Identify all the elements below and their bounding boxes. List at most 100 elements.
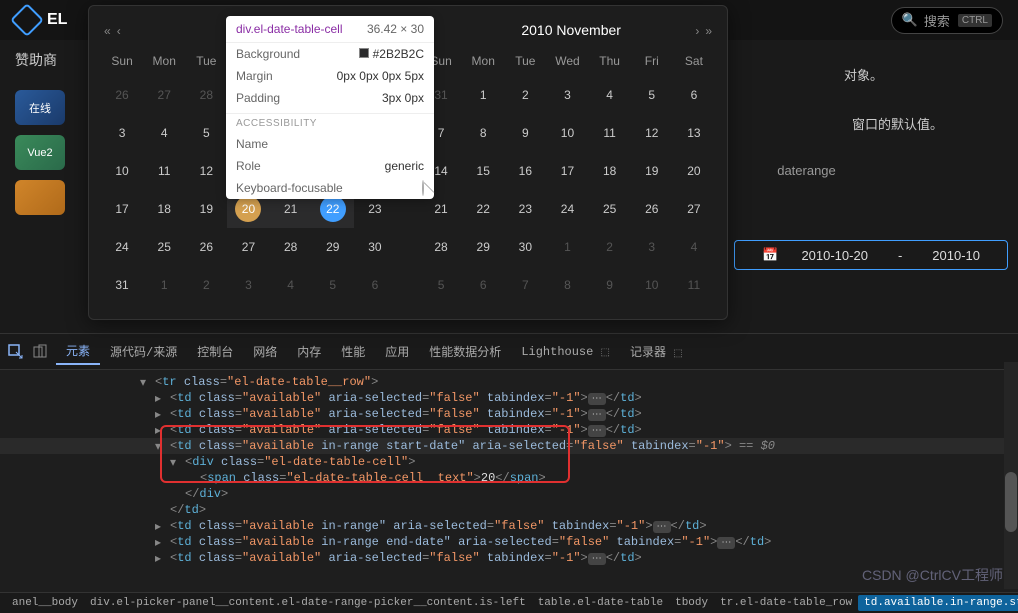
date-cell[interactable]: 4 bbox=[270, 266, 312, 304]
code-line[interactable]: </td> bbox=[0, 502, 1018, 518]
devtools-tab[interactable]: 性能 bbox=[331, 339, 375, 364]
date-cell[interactable]: 5 bbox=[631, 76, 673, 114]
devtools-tab[interactable]: 网络 bbox=[243, 339, 287, 364]
date-cell[interactable]: 11 bbox=[589, 114, 631, 152]
date-cell[interactable]: 30 bbox=[354, 228, 396, 266]
devtools-tab[interactable]: 控制台 bbox=[187, 339, 243, 364]
devtools-tab[interactable]: 记录器 ⬚ bbox=[620, 339, 693, 364]
date-cell[interactable]: 13 bbox=[673, 114, 715, 152]
code-line[interactable]: <td class="available" aria-selected="fal… bbox=[0, 390, 1018, 406]
breadcrumb-item[interactable]: div.el-picker-panel__content.el-date-ran… bbox=[84, 595, 532, 611]
next-year-icon[interactable]: » bbox=[702, 24, 715, 38]
date-cell[interactable]: 20 bbox=[673, 152, 715, 190]
date-cell[interactable]: 12 bbox=[185, 152, 227, 190]
date-cell[interactable]: 31 bbox=[101, 266, 143, 304]
date-cell[interactable]: 2 bbox=[504, 76, 546, 114]
devtools-tab[interactable]: 元素 bbox=[56, 338, 100, 365]
inspect-icon[interactable] bbox=[8, 344, 24, 360]
scrollbar[interactable] bbox=[1004, 362, 1018, 589]
date-cell[interactable]: 29 bbox=[462, 228, 504, 266]
date-cell[interactable]: 3 bbox=[546, 76, 588, 114]
next-month-icon[interactable]: › bbox=[692, 24, 702, 38]
date-cell[interactable]: 5 bbox=[185, 114, 227, 152]
date-cell[interactable]: 2 bbox=[185, 266, 227, 304]
breadcrumb-item[interactable]: anel__body bbox=[6, 595, 84, 611]
breadcrumb-item[interactable]: table.el-date-table bbox=[532, 595, 669, 611]
date-cell[interactable]: 29 bbox=[312, 228, 354, 266]
code-line[interactable]: <td class="available" aria-selected="fal… bbox=[0, 422, 1018, 438]
date-cell[interactable]: 4 bbox=[673, 228, 715, 266]
date-cell[interactable]: 23 bbox=[504, 190, 546, 228]
date-cell[interactable]: 10 bbox=[546, 114, 588, 152]
code-line[interactable]: <td class="available in-range end-date" … bbox=[0, 534, 1018, 550]
date-cell[interactable]: 15 bbox=[462, 152, 504, 190]
date-cell[interactable]: 17 bbox=[101, 190, 143, 228]
date-cell[interactable]: 25 bbox=[589, 190, 631, 228]
date-cell[interactable]: 5 bbox=[312, 266, 354, 304]
date-cell[interactable]: 30 bbox=[504, 228, 546, 266]
prev-month-icon[interactable]: ‹ bbox=[114, 24, 124, 38]
sponsor-card-1[interactable]: 在线 bbox=[15, 90, 65, 125]
code-line[interactable]: <td class="available" aria-selected="fal… bbox=[0, 406, 1018, 422]
date-cell[interactable]: 18 bbox=[589, 152, 631, 190]
date-cell[interactable]: 28 bbox=[185, 76, 227, 114]
date-cell[interactable]: 6 bbox=[354, 266, 396, 304]
sponsor-card-3[interactable] bbox=[15, 180, 65, 215]
date-cell[interactable]: 18 bbox=[143, 190, 185, 228]
devtools-tab[interactable]: Lighthouse ⬚ bbox=[511, 341, 620, 363]
device-icon[interactable] bbox=[32, 344, 48, 360]
date-cell[interactable]: 5 bbox=[420, 266, 462, 304]
date-cell[interactable]: 27 bbox=[227, 228, 269, 266]
date-cell[interactable]: 24 bbox=[546, 190, 588, 228]
date-cell[interactable]: 2 bbox=[589, 228, 631, 266]
date-cell[interactable]: 7 bbox=[504, 266, 546, 304]
date-cell[interactable]: 8 bbox=[546, 266, 588, 304]
breadcrumb-item[interactable]: tr.el-date-table_row bbox=[714, 595, 858, 611]
date-cell[interactable]: 4 bbox=[143, 114, 185, 152]
logo[interactable]: EL bbox=[15, 8, 67, 32]
date-cell[interactable]: 28 bbox=[420, 228, 462, 266]
date-cell[interactable]: 17 bbox=[546, 152, 588, 190]
devtools-tab[interactable]: 性能数据分析 bbox=[419, 339, 511, 364]
devtools-tab[interactable]: 应用 bbox=[375, 339, 419, 364]
code-line[interactable]: <td class="available in-range start-date… bbox=[0, 438, 1018, 454]
code-line[interactable]: <td class="available" aria-selected="fal… bbox=[0, 550, 1018, 566]
breadcrumb-item[interactable]: tbody bbox=[669, 595, 714, 611]
date-range-input[interactable]: 📅 2010-10-20 - 2010-10 bbox=[734, 240, 1008, 270]
code-line[interactable]: <tr class="el-date-table__row"> bbox=[0, 374, 1018, 390]
prev-year-icon[interactable]: « bbox=[101, 24, 114, 38]
date-cell[interactable]: 11 bbox=[673, 266, 715, 304]
date-cell[interactable]: 1 bbox=[462, 76, 504, 114]
date-cell[interactable]: 3 bbox=[631, 228, 673, 266]
date-cell[interactable]: 22 bbox=[462, 190, 504, 228]
code-line[interactable]: <span class="el-date-table-cell__text">2… bbox=[0, 470, 1018, 486]
search-box[interactable]: 🔍 搜索 CTRL bbox=[891, 7, 1003, 34]
date-cell[interactable]: 26 bbox=[185, 228, 227, 266]
date-cell[interactable]: 19 bbox=[631, 152, 673, 190]
breadcrumb-item[interactable]: td.available.in-range.start-date bbox=[858, 595, 1018, 611]
sponsor-card-2[interactable]: Vue2 bbox=[15, 135, 65, 170]
date-cell[interactable]: 1 bbox=[546, 228, 588, 266]
date-cell[interactable]: 9 bbox=[504, 114, 546, 152]
code-line[interactable]: </div> bbox=[0, 486, 1018, 502]
code-line[interactable]: <td class="available in-range" aria-sele… bbox=[0, 518, 1018, 534]
date-cell[interactable]: 25 bbox=[143, 228, 185, 266]
date-cell[interactable]: 6 bbox=[673, 76, 715, 114]
date-cell[interactable]: 27 bbox=[673, 190, 715, 228]
date-cell[interactable]: 10 bbox=[101, 152, 143, 190]
devtools-tab[interactable]: 内存 bbox=[287, 339, 331, 364]
date-cell[interactable]: 3 bbox=[101, 114, 143, 152]
date-cell[interactable]: 9 bbox=[589, 266, 631, 304]
date-cell[interactable]: 4 bbox=[589, 76, 631, 114]
date-cell[interactable]: 26 bbox=[101, 76, 143, 114]
date-cell[interactable]: 28 bbox=[270, 228, 312, 266]
date-cell[interactable]: 26 bbox=[631, 190, 673, 228]
elements-panel[interactable]: <tr class="el-date-table__row"><td class… bbox=[0, 370, 1018, 590]
date-cell[interactable]: 16 bbox=[504, 152, 546, 190]
date-cell[interactable]: 8 bbox=[462, 114, 504, 152]
date-cell[interactable]: 12 bbox=[631, 114, 673, 152]
date-cell[interactable]: 6 bbox=[462, 266, 504, 304]
date-cell[interactable]: 10 bbox=[631, 266, 673, 304]
date-cell[interactable]: 11 bbox=[143, 152, 185, 190]
date-cell[interactable]: 27 bbox=[143, 76, 185, 114]
